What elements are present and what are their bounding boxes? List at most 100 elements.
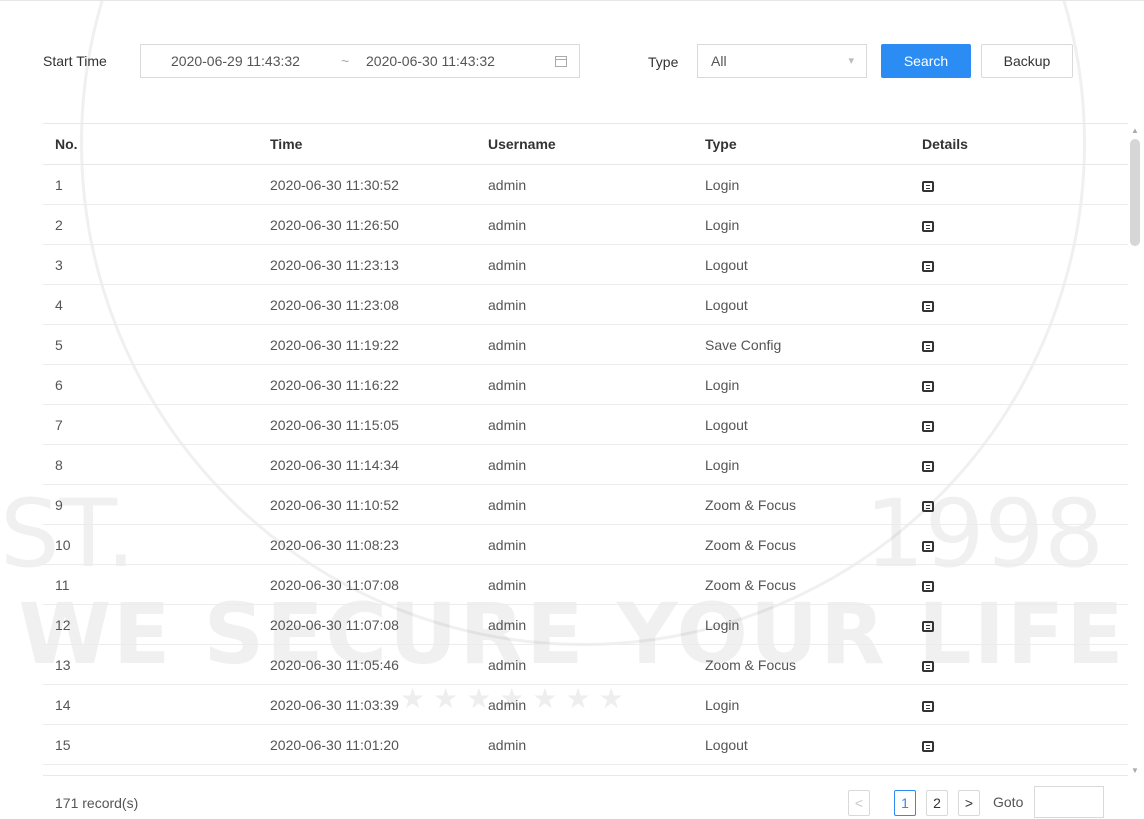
page-2-button[interactable]: 2 (926, 790, 948, 816)
row-details (922, 644, 1128, 685)
next-page-button[interactable]: > (958, 790, 980, 816)
details-icon[interactable] (922, 740, 934, 752)
row-type: Zoom & Focus (705, 564, 922, 605)
details-icon[interactable] (922, 460, 934, 472)
row-time: 2020-06-30 11:05:46 (270, 644, 488, 685)
type-select[interactable]: All ▾ (697, 44, 867, 78)
row-details (922, 564, 1128, 605)
row-no: 12 (43, 604, 270, 645)
table-row: 7 2020-06-30 11:15:05 admin Logout (43, 404, 1128, 445)
row-time: 2020-06-30 11:07:08 (270, 564, 488, 605)
details-icon[interactable] (922, 420, 934, 432)
row-type: Zoom & Focus (705, 644, 922, 685)
row-details (922, 324, 1128, 365)
row-type: Logout (705, 404, 922, 445)
type-select-value: All (711, 53, 727, 69)
row-type: Login (705, 364, 922, 405)
row-time: 2020-06-30 11:23:08 (270, 284, 488, 325)
row-type: Logout (705, 244, 922, 285)
details-icon[interactable] (922, 660, 934, 672)
row-type: Save Config (705, 324, 922, 365)
goto-input[interactable] (1034, 786, 1104, 818)
row-username: admin (488, 404, 705, 445)
table-row: 4 2020-06-30 11:23:08 admin Logout (43, 284, 1128, 325)
row-no: 3 (43, 244, 270, 285)
details-icon[interactable] (922, 380, 934, 392)
row-details (922, 164, 1128, 205)
search-button[interactable]: Search (881, 44, 971, 78)
row-username: admin (488, 164, 705, 205)
calendar-icon[interactable] (555, 56, 567, 67)
start-time-label: Start Time (43, 53, 107, 69)
row-type: Zoom & Focus (705, 484, 922, 525)
backup-button[interactable]: Backup (981, 44, 1073, 78)
details-icon[interactable] (922, 500, 934, 512)
end-time-value[interactable]: 2020-06-30 11:43:32 (366, 53, 495, 69)
row-username: admin (488, 244, 705, 285)
table-row: 13 2020-06-30 11:05:46 admin Zoom & Focus (43, 644, 1128, 685)
date-range-separator: ~ (341, 53, 350, 69)
log-table: No. Time Username Type Details 1 2020-06-… (43, 123, 1128, 776)
row-type: Login (705, 604, 922, 645)
row-username: admin (488, 724, 705, 765)
details-icon[interactable] (922, 700, 934, 712)
row-no: 15 (43, 724, 270, 765)
table-row: 10 2020-06-30 11:08:23 admin Zoom & Focus (43, 524, 1128, 565)
details-icon[interactable] (922, 260, 934, 272)
details-icon[interactable] (922, 620, 934, 632)
header-username: Username (488, 124, 705, 165)
row-no: 7 (43, 404, 270, 445)
row-details (922, 524, 1128, 565)
filter-bar: Start Time 2020-06-29 11:43:32 ~ 2020-06… (0, 0, 1144, 120)
details-icon[interactable] (922, 300, 934, 312)
details-icon[interactable] (922, 580, 934, 592)
row-type: Login (705, 164, 922, 205)
date-range-picker[interactable]: 2020-06-29 11:43:32 ~ 2020-06-30 11:43:3… (140, 44, 580, 78)
row-no: 5 (43, 324, 270, 365)
table-row: 14 2020-06-30 11:03:39 admin Login (43, 684, 1128, 725)
row-time: 2020-06-30 11:03:39 (270, 684, 488, 725)
details-icon[interactable] (922, 340, 934, 352)
table-header-row: No. Time Username Type Details (43, 124, 1128, 165)
scroll-down-icon[interactable]: ▼ (1131, 766, 1139, 775)
prev-page-button[interactable]: < (848, 790, 870, 816)
row-details (922, 284, 1128, 325)
scroll-thumb[interactable] (1130, 139, 1140, 246)
scroll-up-icon[interactable]: ▲ (1131, 126, 1139, 135)
table-row: 2 2020-06-30 11:26:50 admin Login (43, 204, 1128, 245)
row-no: 2 (43, 204, 270, 245)
row-time: 2020-06-30 11:01:20 (270, 724, 488, 765)
row-time: 2020-06-30 11:10:52 (270, 484, 488, 525)
row-no: 9 (43, 484, 270, 525)
row-username: admin (488, 524, 705, 565)
row-username: admin (488, 364, 705, 405)
row-no: 6 (43, 364, 270, 405)
row-type: Logout (705, 724, 922, 765)
details-icon[interactable] (922, 180, 934, 192)
row-details (922, 364, 1128, 405)
row-time: 2020-06-30 11:07:08 (270, 604, 488, 645)
row-no: 1 (43, 164, 270, 205)
row-time: 2020-06-30 11:08:23 (270, 524, 488, 565)
row-details (922, 604, 1128, 645)
row-details (922, 724, 1128, 765)
page-1-button[interactable]: 1 (894, 790, 916, 816)
row-time: 2020-06-30 11:16:22 (270, 364, 488, 405)
row-no: 8 (43, 444, 270, 485)
header-time: Time (270, 124, 488, 165)
row-no: 11 (43, 564, 270, 605)
row-no: 13 (43, 644, 270, 685)
row-username: admin (488, 564, 705, 605)
row-type: Login (705, 684, 922, 725)
row-type: Login (705, 444, 922, 485)
row-time: 2020-06-30 11:19:22 (270, 324, 488, 365)
row-details (922, 244, 1128, 285)
table-scrollbar[interactable]: ▲ ▼ (1128, 123, 1142, 775)
start-time-value[interactable]: 2020-06-29 11:43:32 (171, 53, 300, 69)
goto-label: Goto (993, 794, 1024, 810)
details-icon[interactable] (922, 220, 934, 232)
row-time: 2020-06-30 11:30:52 (270, 164, 488, 205)
details-icon[interactable] (922, 540, 934, 552)
row-time: 2020-06-30 11:15:05 (270, 404, 488, 445)
row-username: admin (488, 684, 705, 725)
